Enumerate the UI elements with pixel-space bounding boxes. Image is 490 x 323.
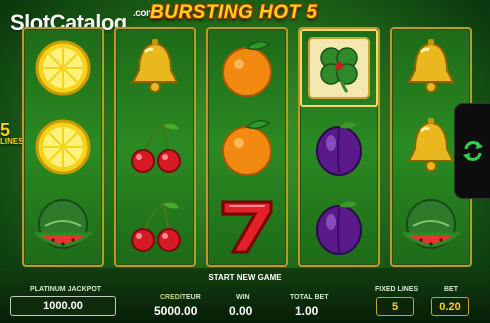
- start-new-game-button[interactable]: START NEW GAME: [0, 273, 490, 282]
- lemon-icon: [24, 29, 102, 107]
- reel-1: [22, 27, 104, 267]
- reel-3: [206, 27, 288, 267]
- cherries-icon: [116, 187, 194, 265]
- lemon-icon: [24, 108, 102, 186]
- spin-button[interactable]: [455, 104, 490, 198]
- jackpot-label: PLATINUM JACKPOT: [30, 286, 102, 293]
- reels-area: [22, 27, 472, 267]
- bet-value: 0.20: [439, 300, 461, 313]
- credit-currency: EUR: [186, 294, 201, 301]
- seven-icon: [208, 187, 286, 265]
- total-bet-value: 1.00: [295, 304, 319, 318]
- lines-indicator: 5 LINES: [0, 120, 24, 146]
- jackpot-box: 1000.00: [10, 296, 116, 316]
- win-label: WIN: [236, 294, 250, 301]
- cherries-icon: [116, 108, 194, 186]
- credit-label: CREDIT: [160, 294, 187, 301]
- jackpot-value: 1000.00: [43, 300, 83, 312]
- credit-value: 5000.00: [154, 304, 198, 318]
- bet-label: BET: [444, 286, 458, 293]
- plum-icon: [300, 108, 378, 186]
- fixed-lines-box: 5: [376, 297, 414, 316]
- orange-icon: [208, 108, 286, 186]
- bell-icon: [392, 29, 470, 107]
- clover-icon: [300, 29, 378, 107]
- reel-4: [298, 27, 380, 267]
- bet-box[interactable]: 0.20: [431, 297, 469, 316]
- bell-icon: [116, 29, 194, 107]
- plum-icon: [300, 187, 378, 265]
- spin-arrows-icon: [462, 141, 483, 161]
- reel-2: [114, 27, 196, 267]
- game-title: BURSTING HOT 5: [150, 2, 318, 23]
- lines-label: LINES: [0, 137, 24, 146]
- watermelon-icon: [392, 187, 470, 265]
- fixed-lines-label: FIXED LINES: [375, 286, 419, 293]
- fixed-lines-value: 5: [391, 300, 399, 313]
- orange-icon: [208, 29, 286, 107]
- win-value: 0.00: [229, 304, 253, 318]
- total-bet-label: TOTAL BET: [290, 294, 329, 301]
- watermelon-icon: [24, 187, 102, 265]
